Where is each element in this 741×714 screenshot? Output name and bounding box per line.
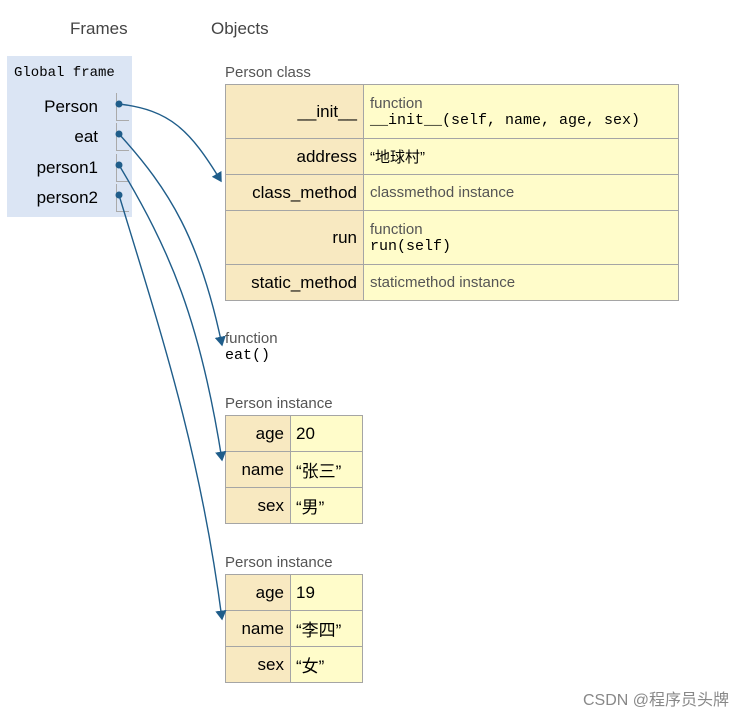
- person2-to-instance-arrow: [118, 194, 227, 621]
- reference-arrows: [115, 100, 227, 621]
- eat-to-function-arrow: [118, 133, 226, 347]
- csdn-watermark: CSDN @程序员头牌: [582, 692, 729, 709]
- person-to-class-arrow: [118, 103, 222, 183]
- person1-to-instance-arrow: [118, 164, 227, 462]
